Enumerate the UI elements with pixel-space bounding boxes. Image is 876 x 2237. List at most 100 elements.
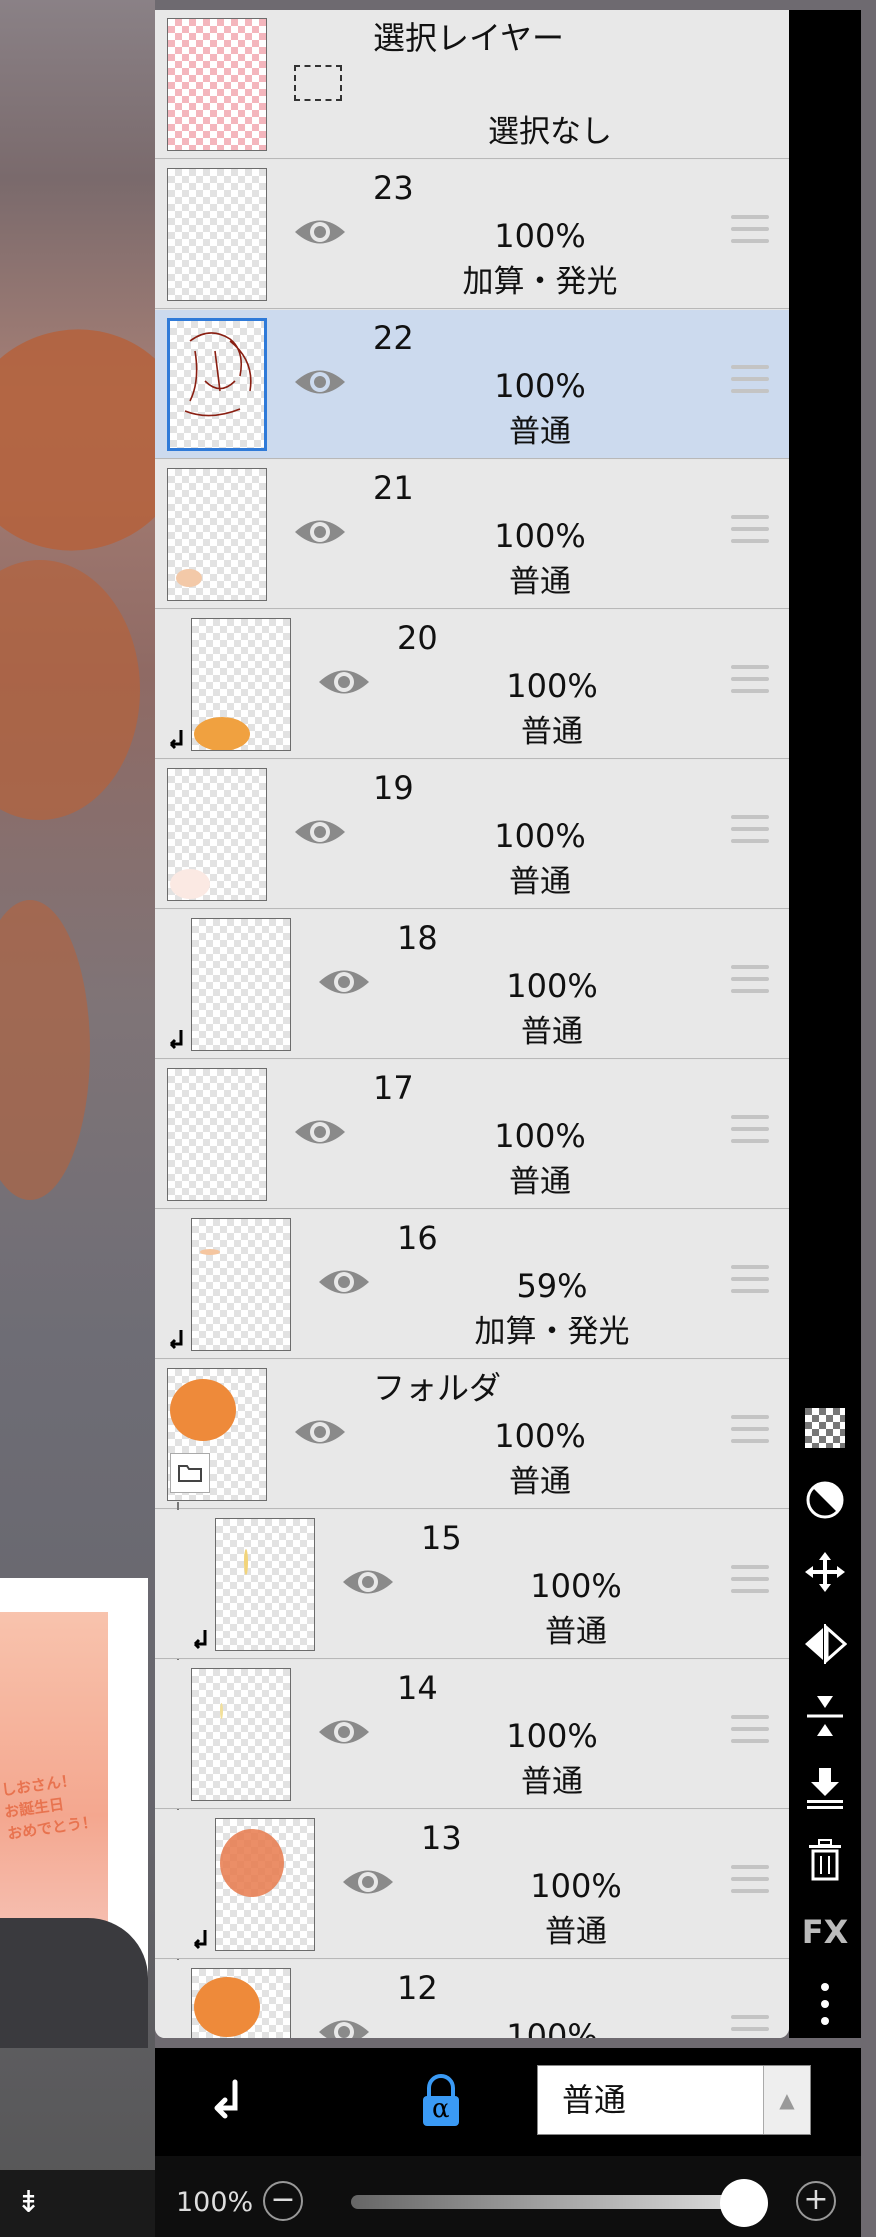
visibility-eye-icon[interactable] <box>293 362 347 402</box>
layer-blend-mode: 普通 <box>545 1914 607 1950</box>
layer-thumbnail <box>167 318 267 451</box>
layer-name: 選択レイヤー <box>373 19 565 57</box>
sketch-lines <box>184 332 252 417</box>
drag-handle-icon[interactable] <box>731 1565 769 1599</box>
canvas-bottom-strip: ⇟ <box>0 2170 155 2237</box>
collapse-icon[interactable]: ⇟ <box>16 2188 41 2218</box>
layer-name: 22 <box>373 319 414 357</box>
thumbnail-art <box>194 717 250 750</box>
drag-handle-icon[interactable] <box>731 1415 769 1449</box>
blend-mode-select[interactable]: 普通 ▲ <box>537 2065 811 2135</box>
layer-name: 16 <box>397 1219 438 1257</box>
layer-row[interactable]: 20 100% 普通 <box>155 610 789 759</box>
layer-opacity: 100% <box>506 667 598 705</box>
layer-name: 23 <box>373 169 414 207</box>
alpha-lock-icon[interactable]: α <box>419 2074 463 2130</box>
layer-name: 14 <box>397 1669 438 1707</box>
layer-blend-mode: 普通 <box>545 1614 607 1650</box>
layer-opacity: 100% <box>530 1867 622 1905</box>
layer-row[interactable]: 23 100% 加算・発光 <box>155 160 789 309</box>
canvas-hair-shape <box>0 297 155 583</box>
visibility-eye-icon[interactable] <box>341 1862 395 1902</box>
drag-handle-icon[interactable] <box>731 1115 769 1149</box>
layer-thumbnail <box>191 918 291 1051</box>
visibility-eye-icon[interactable] <box>317 1712 371 1752</box>
layer-thumbnail <box>167 168 267 301</box>
visibility-eye-icon[interactable] <box>293 812 347 852</box>
visibility-eye-icon[interactable] <box>317 662 371 702</box>
flip-horizontal-icon[interactable] <box>789 1616 861 1672</box>
visibility-eye-icon[interactable] <box>293 1412 347 1452</box>
layer-name: 21 <box>373 469 414 507</box>
opacity-slider-knob[interactable] <box>720 2179 768 2227</box>
visibility-eye-icon[interactable] <box>317 962 371 1002</box>
layer-row[interactable]: 13 100% 普通 <box>155 1810 789 1959</box>
thumbnail-art <box>176 569 202 587</box>
drag-handle-icon[interactable] <box>731 1265 769 1299</box>
thumbnail-art <box>220 1703 223 1719</box>
alpha-symbol: α <box>432 2094 450 2124</box>
flatten-download-icon[interactable] <box>789 1760 861 1816</box>
layer-blend-mode: 普通 <box>509 1164 571 1200</box>
trash-icon[interactable] <box>789 1832 861 1888</box>
drag-handle-icon[interactable] <box>731 665 769 699</box>
drag-handle-icon[interactable] <box>731 215 769 249</box>
layer-opacity: 59% <box>516 1267 588 1305</box>
layer-name: フォルダ <box>373 1369 502 1407</box>
visibility-eye-icon[interactable] <box>341 1562 395 1602</box>
layer-name: 13 <box>421 1819 462 1857</box>
layer-row[interactable]: 14 100% 普通 <box>155 1660 789 1809</box>
visibility-eye-icon[interactable] <box>293 1112 347 1152</box>
layer-opacity: 100% <box>506 1717 598 1755</box>
visibility-eye-icon[interactable] <box>317 2012 371 2038</box>
layer-status: 選択なし <box>488 114 612 150</box>
layer-blend-mode: 普通 <box>521 714 583 750</box>
clipping-toggle-icon[interactable] <box>203 2078 251 2126</box>
layer-tools-sidebar: FX <box>789 10 861 2038</box>
layer-row[interactable]: 17 100% 普通 <box>155 1060 789 1209</box>
drag-handle-icon[interactable] <box>731 965 769 999</box>
layer-row[interactable]: 16 59% 加算・発光 <box>155 1210 789 1359</box>
layer-thumbnail <box>191 1668 291 1801</box>
layer-panel: 選択レイヤー 選択なし 23 100% 加算・発光 22 100% 普通 21 … <box>155 10 789 2038</box>
visibility-eye-icon[interactable] <box>317 1262 371 1302</box>
layer-row-selection[interactable]: 選択レイヤー 選択なし <box>155 10 789 159</box>
visibility-eye-icon[interactable] <box>293 212 347 252</box>
layer-opacity: 100% <box>494 1417 586 1455</box>
drag-handle-icon[interactable] <box>731 515 769 549</box>
drag-handle-icon[interactable] <box>731 1715 769 1749</box>
visibility-eye-icon[interactable] <box>293 512 347 552</box>
layer-name: 12 <box>397 1969 438 2007</box>
color-invert-icon[interactable] <box>789 1472 861 1528</box>
drag-handle-icon[interactable] <box>731 2015 769 2038</box>
blend-mode-value: 普通 <box>562 2081 627 2119</box>
layer-thumbnail <box>191 1968 291 2038</box>
layer-row[interactable]: 19 100% 普通 <box>155 760 789 909</box>
layer-row[interactable]: 21 100% 普通 <box>155 460 789 609</box>
layer-opacity: 100% <box>530 1567 622 1605</box>
layer-row-folder[interactable]: フォルダ 100% 普通 <box>155 1360 789 1509</box>
drawing-canvas[interactable]: しおさん！ お誕生日 おめでとう！ ⇟ <box>0 0 155 2237</box>
layer-row[interactable]: 12 100% 普通 <box>155 1960 789 2038</box>
merge-down-icon[interactable] <box>789 1688 861 1744</box>
opacity-slider[interactable] <box>351 2195 743 2209</box>
clipping-arrow-icon <box>169 1030 183 1050</box>
drag-handle-icon[interactable] <box>731 815 769 849</box>
layer-blend-mode: 普通 <box>521 1014 583 1050</box>
opacity-plus-button[interactable]: + <box>796 2181 836 2221</box>
layer-row[interactable]: 18 100% 普通 <box>155 910 789 1059</box>
fx-icon[interactable]: FX <box>789 1904 861 1960</box>
layer-blend-mode: 加算・発光 <box>474 1314 630 1350</box>
layer-blend-mode: 加算・発光 <box>462 264 618 300</box>
layer-thumbnail <box>167 18 267 151</box>
canvas-jacket-shape <box>0 1918 148 2048</box>
transparency-checker-icon[interactable] <box>789 1400 861 1456</box>
drag-handle-icon[interactable] <box>731 1865 769 1899</box>
dropdown-arrow-icon[interactable]: ▲ <box>763 2066 810 2134</box>
opacity-minus-button[interactable]: − <box>263 2181 303 2221</box>
layer-row[interactable]: 22 100% 普通 <box>155 310 789 459</box>
more-vertical-icon[interactable] <box>789 1976 861 2032</box>
drag-handle-icon[interactable] <box>731 365 769 399</box>
move-arrows-icon[interactable] <box>789 1544 861 1600</box>
layer-row[interactable]: 15 100% 普通 <box>155 1510 789 1659</box>
